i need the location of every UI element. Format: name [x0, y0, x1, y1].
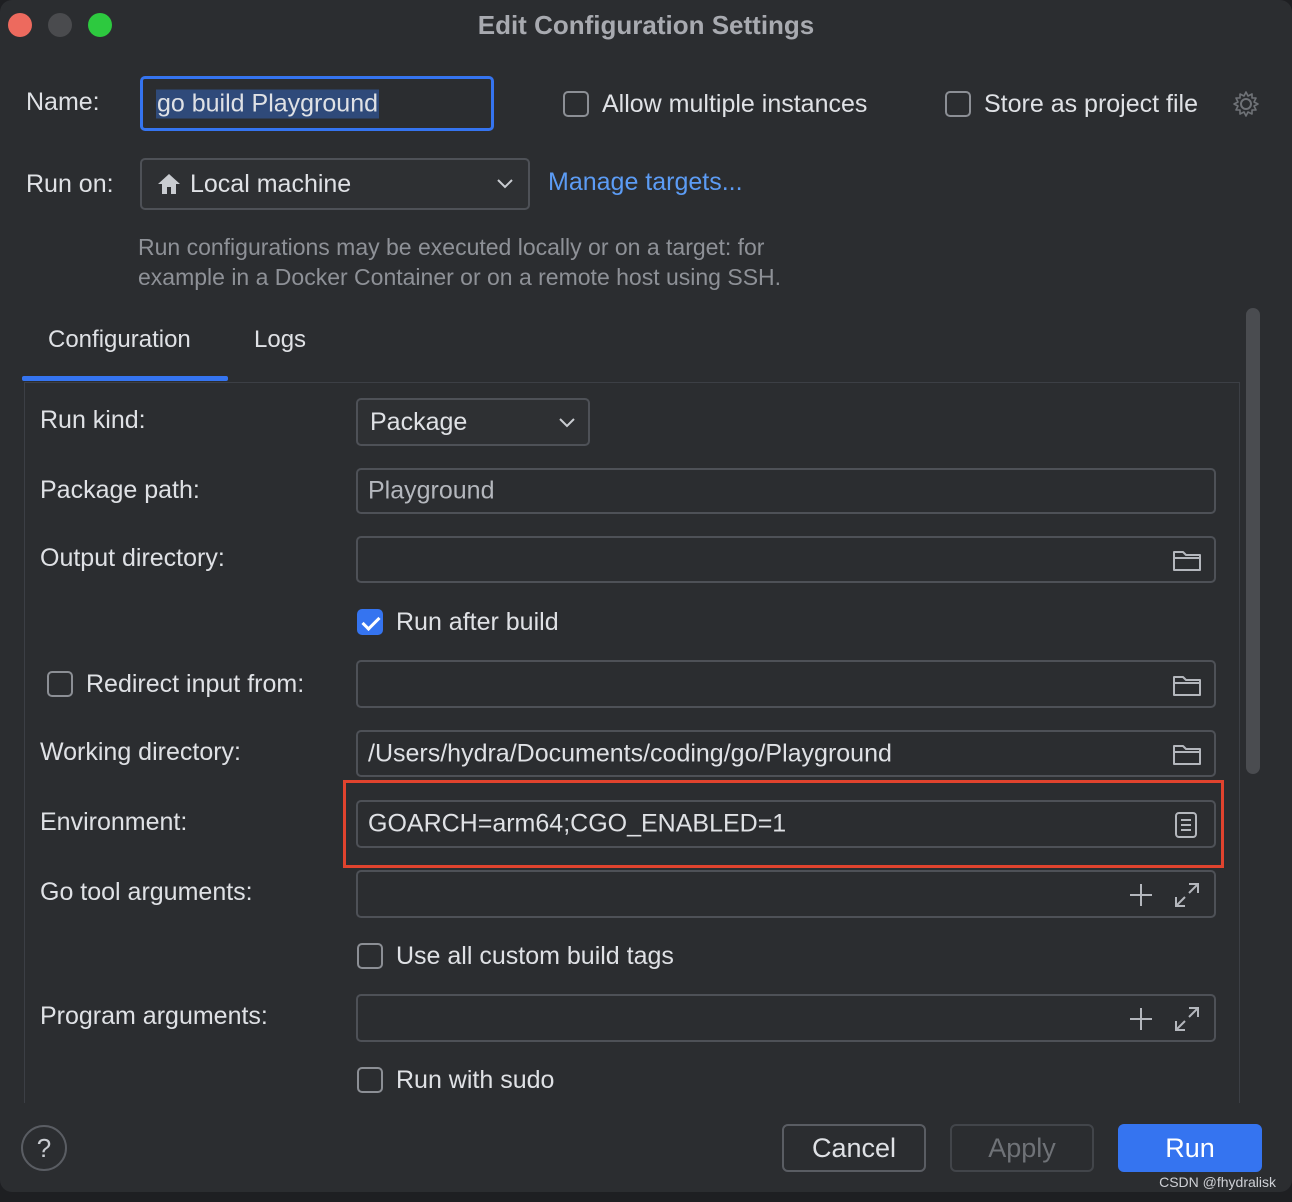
vertical-scrollbar[interactable]	[1246, 308, 1260, 774]
output-directory-input[interactable]	[356, 536, 1216, 583]
watermark: CSDN @fhydralisk	[1159, 1174, 1276, 1190]
allow-multiple-instances-checkbox[interactable]	[563, 91, 589, 117]
package-path-value: Playground	[368, 476, 495, 505]
run-with-sudo-checkbox[interactable]	[357, 1067, 383, 1093]
run-on-hint-line1: Run configurations may be executed local…	[138, 234, 765, 260]
tab-logs[interactable]: Logs	[254, 326, 306, 354]
redirect-input-field[interactable]	[356, 660, 1216, 708]
run-kind-label: Run kind:	[40, 406, 146, 434]
redirect-input-checkbox[interactable]	[47, 671, 73, 697]
gear-icon[interactable]	[1232, 90, 1260, 118]
run-on-dropdown[interactable]: Local machine	[140, 158, 530, 210]
output-directory-label: Output directory:	[40, 544, 225, 572]
help-button[interactable]: ?	[21, 1125, 67, 1171]
package-path-label: Package path:	[40, 476, 200, 504]
program-arguments-input[interactable]	[356, 994, 1216, 1042]
cancel-button[interactable]: Cancel	[782, 1124, 926, 1172]
environment-label: Environment:	[40, 808, 188, 836]
go-tool-arguments-label: Go tool arguments:	[40, 878, 253, 906]
name-input[interactable]: go build Playground	[140, 76, 494, 131]
window-title: Edit Configuration Settings	[477, 10, 815, 40]
run-kind-value: Package	[370, 408, 468, 436]
program-arguments-label: Program arguments:	[40, 1002, 268, 1030]
expand-icon[interactable]	[1174, 882, 1200, 908]
chevron-down-icon	[559, 418, 575, 428]
working-directory-input[interactable]: /Users/hydra/Documents/coding/go/Playgro…	[356, 730, 1216, 777]
folder-icon[interactable]	[1172, 548, 1202, 572]
run-with-sudo-label: Run with sudo	[396, 1066, 555, 1094]
folder-icon[interactable]	[1172, 742, 1202, 766]
environment-value: GOARCH=arm64;CGO_ENABLED=1	[368, 809, 787, 838]
apply-button[interactable]: Apply	[950, 1124, 1094, 1172]
manage-targets-link[interactable]: Manage targets...	[548, 168, 743, 197]
run-after-build-checkbox[interactable]	[357, 609, 383, 635]
plus-icon[interactable]	[1128, 882, 1154, 908]
store-as-project-file-checkbox[interactable]	[945, 91, 971, 117]
allow-multiple-instances-label: Allow multiple instances	[602, 90, 868, 118]
run-on-value: Local machine	[190, 170, 352, 198]
store-as-project-file-label: Store as project file	[984, 90, 1198, 118]
use-all-custom-build-tags-checkbox[interactable]	[357, 943, 383, 969]
folder-icon[interactable]	[1172, 673, 1202, 697]
document-list-icon[interactable]	[1174, 811, 1198, 839]
working-directory-label: Working directory:	[40, 738, 241, 766]
run-after-build-label: Run after build	[396, 608, 559, 636]
run-on-label: Run on:	[26, 170, 114, 198]
run-on-hint-line2: example in a Docker Container or on a re…	[138, 264, 782, 290]
run-kind-dropdown[interactable]: Package	[356, 398, 590, 446]
name-input-value: go build Playground	[156, 89, 379, 118]
plus-icon[interactable]	[1128, 1006, 1154, 1032]
run-button[interactable]: Run	[1118, 1124, 1262, 1172]
redirect-input-label: Redirect input from:	[86, 670, 305, 698]
chevron-down-icon	[497, 179, 513, 189]
home-icon	[158, 174, 180, 194]
tab-configuration[interactable]: Configuration	[48, 326, 191, 354]
go-tool-arguments-input[interactable]	[356, 870, 1216, 918]
title-bar: Edit Configuration Settings	[0, 0, 1292, 52]
active-tab-indicator	[22, 376, 228, 381]
working-directory-value: /Users/hydra/Documents/coding/go/Playgro…	[368, 739, 892, 767]
edit-configuration-dialog: Edit Configuration Settings Name: go bui…	[0, 0, 1292, 1192]
expand-icon[interactable]	[1174, 1006, 1200, 1032]
name-label: Name:	[26, 88, 100, 116]
use-all-custom-build-tags-label: Use all custom build tags	[396, 942, 674, 970]
package-path-input[interactable]: Playground	[356, 468, 1216, 514]
environment-input[interactable]: GOARCH=arm64;CGO_ENABLED=1	[356, 800, 1216, 848]
